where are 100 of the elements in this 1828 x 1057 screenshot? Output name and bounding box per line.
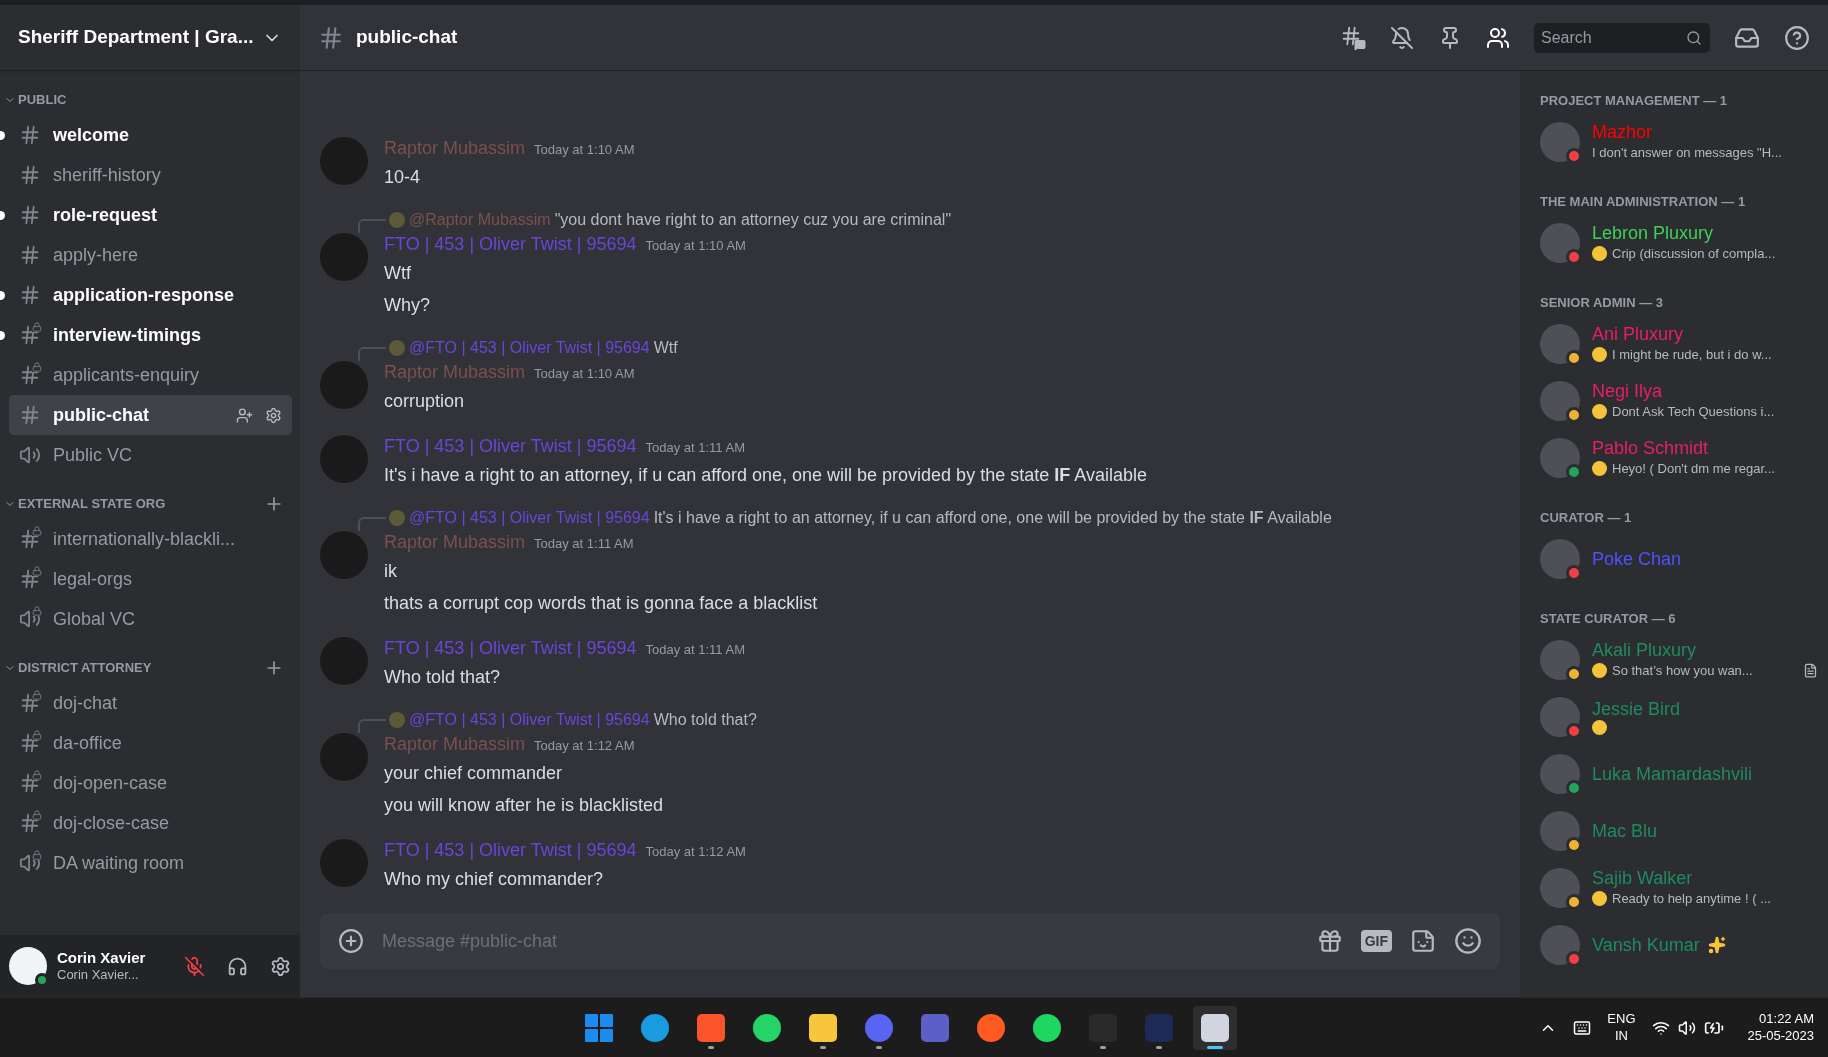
channel-item[interactable]: legal-orgs [9,559,292,599]
channel-name: legal-orgs [53,567,134,591]
smile-icon[interactable] [1454,927,1482,955]
member-name: Ani Pluxury [1592,322,1684,345]
channel-item[interactable]: apply-here [9,235,292,275]
hash-icon [19,164,41,186]
member-item[interactable]: Mac Blu [1540,802,1818,859]
channel-item[interactable]: Global VC [9,599,292,639]
gift-icon[interactable] [1316,928,1343,954]
member-item[interactable]: Luka Mamardashvili [1540,745,1818,802]
avatar [1540,437,1580,478]
avatar [1540,867,1580,908]
settings-icon[interactable] [265,406,282,424]
reply-text[interactable]: It's i have a right to an attorney, if u can afford one, one will be provided by the state IF Available [653,506,1332,530]
clock[interactable]: 01:22 AM 25-05-2023 [1747,1011,1814,1044]
hash-icon [19,284,41,306]
channel-name: application-response [53,283,236,307]
channel-item[interactable]: public-chat [9,395,292,435]
member-group-title: SENIOR ADMIN — 3 [1540,294,1665,312]
member-item[interactable]: Poke Chan [1540,530,1818,587]
message-input[interactable]: Message #public-chat [382,927,1299,955]
hash-icon [19,124,41,146]
server-name: Sheriff Department | Gra... [18,25,254,50]
user-name: Corin Xavier [57,948,147,968]
reply-text[interactable]: Wtf [653,336,678,360]
invite-icon[interactable] [236,406,253,424]
member-name: Mazhor [1592,120,1653,143]
search-field[interactable]: Search [1534,22,1710,53]
headphones-icon[interactable] [227,955,248,977]
channel-item[interactable]: da-office [9,723,292,763]
channel-name: apply-here [53,243,140,267]
channel-item[interactable]: DA waiting room [9,843,292,883]
bell-off-icon[interactable] [1390,25,1414,50]
channel-name: sheriff-history [53,163,162,187]
message-composer[interactable]: Message #public-chat GIF [320,913,1500,969]
member-name: Pablo Schmidt [1592,436,1709,459]
avatar [1540,222,1580,263]
mic-muted-icon[interactable] [184,955,205,977]
member-item[interactable]: Ani Pluxury I might be rude, but i do w... [1540,315,1818,372]
volume-icon[interactable] [1677,1018,1696,1037]
reply-connector [358,719,386,733]
locked-hash-icon [19,732,41,754]
member-item[interactable]: Jessie Bird [1540,688,1818,745]
member-name: Sajib Walker [1592,866,1693,889]
avatar[interactable] [9,947,47,985]
channel-item[interactable]: doj-chat [9,683,292,723]
language-indicator[interactable]: ENG IN [1607,1011,1636,1044]
channel-item[interactable]: sheriff-history [9,155,292,195]
locked-hash-icon [19,324,41,346]
channel-item[interactable]: doj-close-case [9,803,292,843]
locked-hash-icon [19,568,41,590]
timestamp: Today at 1:12 AM [534,737,635,755]
channel-name: doj-close-case [53,811,171,835]
channel-item[interactable]: application-response [9,275,292,315]
keyboard-icon[interactable] [1573,1018,1592,1037]
member-group-title: PROJECT MANAGEMENT — 1 [1540,92,1729,110]
channel-item[interactable]: role-request [9,195,292,235]
member-item[interactable]: Sajib Walker Ready to help anytime ! ( ... [1540,859,1818,916]
member-name: Jessie Bird [1592,698,1681,720]
channel-name: doj-chat [53,691,119,715]
member-item[interactable]: Negi Ilya Dont Ask Tech Questions i... [1540,372,1818,429]
reply-text[interactable]: "you dont have right to an attorney cuz you are criminal" [554,208,952,232]
channel-name: interview-timings [53,323,203,347]
member-item[interactable]: Akali Pluxury So that’s how you wan... [1540,631,1818,688]
channel-name: da-office [53,731,123,755]
channel-item[interactable]: interview-timings [9,315,292,355]
locked-hash-icon [19,812,41,834]
channel-item[interactable]: internationally-blackli... [9,519,292,559]
channel-item[interactable]: welcome [9,115,292,155]
threads-icon[interactable] [1340,24,1366,51]
sticker-icon[interactable] [1410,928,1436,954]
members-icon[interactable] [1486,25,1510,50]
channel-name: doj-open-case [53,771,169,795]
category-name[interactable]: PUBLIC [18,90,284,110]
reply-text[interactable]: Who told that? [653,708,757,732]
member-item[interactable]: Vansh Kumar [1540,916,1818,973]
avatar [1540,323,1580,364]
member-group-title: CURATOR — 1 [1540,509,1633,527]
member-item[interactable]: Lebron Pluxury Crip (discussion of compla... [1540,214,1818,271]
channel-item[interactable]: doj-open-case [9,763,292,803]
settings-icon[interactable] [270,955,291,977]
locked-speaker-icon [19,852,41,874]
user-subtext: Corin Xavier... [57,967,140,984]
message-text: It's i have a right to an attorney, if u can afford one, one will be provided by the state IF Available [384,464,1147,487]
channel-name: Public VC [53,443,134,467]
channel-item[interactable]: Public VC [9,435,292,475]
taskbar-app[interactable] [1193,1005,1237,1050]
plus-circle-icon[interactable] [338,928,364,954]
avatar [1540,696,1580,737]
gif-button[interactable]: GIF [1360,930,1392,952]
help-icon[interactable] [1784,24,1810,51]
member-item[interactable]: Mazhor I don't answer on messages "H... [1540,113,1818,170]
channel-name: public-chat [53,403,150,427]
channel-title: public-chat [356,25,459,50]
member-item[interactable]: Pablo Schmidt Heyo! ( Don't dm me regar... [1540,429,1818,486]
message-text: Who told that? [384,666,502,689]
category-name[interactable]: EXTERNAL STATE ORG [18,494,264,514]
category-name[interactable]: DISTRICT ATTORNEY [18,658,264,678]
channel-item[interactable]: applicants-enquiry [9,355,292,395]
channel-name: internationally-blackli... [53,527,237,551]
